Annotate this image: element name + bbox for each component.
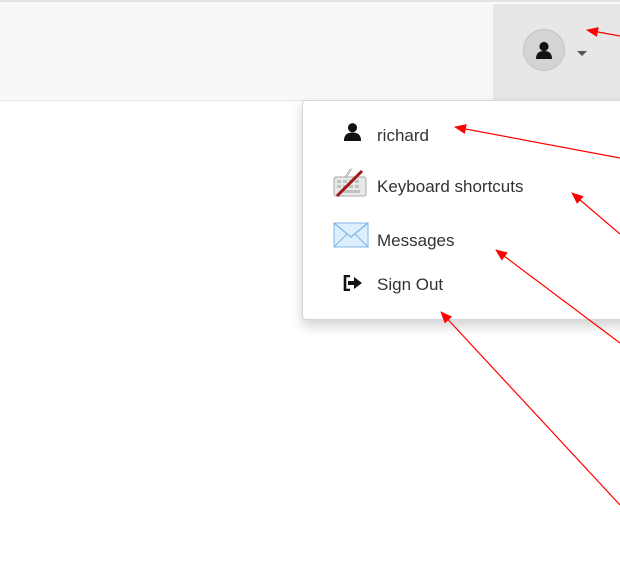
user-icon [343, 122, 362, 146]
menu-item-user[interactable]: richard [303, 114, 620, 154]
menu-item-user-label: richard [377, 126, 429, 145]
user-menu-toggle[interactable] [493, 4, 620, 102]
user-icon [536, 41, 552, 59]
menu-item-messages-label: Messages [377, 231, 455, 250]
sign-out-icon [343, 274, 363, 296]
menu-item-keyboard-shortcuts[interactable]: Keyboard shortcuts [303, 166, 620, 206]
menu-item-sign-out[interactable]: Sign Out [303, 263, 620, 303]
top-navbar [0, 0, 620, 102]
caret-down-icon [577, 51, 587, 56]
menu-item-messages[interactable]: Messages [303, 220, 620, 260]
user-dropdown-menu: richard Keyboard shortcuts Messages Sign… [302, 100, 620, 320]
keyboard-icon [332, 166, 368, 203]
avatar[interactable] [523, 29, 565, 71]
menu-item-keyboard-shortcuts-label: Keyboard shortcuts [377, 177, 524, 196]
menu-item-sign-out-label: Sign Out [377, 275, 444, 294]
envelope-icon [333, 222, 369, 253]
annotation-arrow [440, 311, 620, 506]
